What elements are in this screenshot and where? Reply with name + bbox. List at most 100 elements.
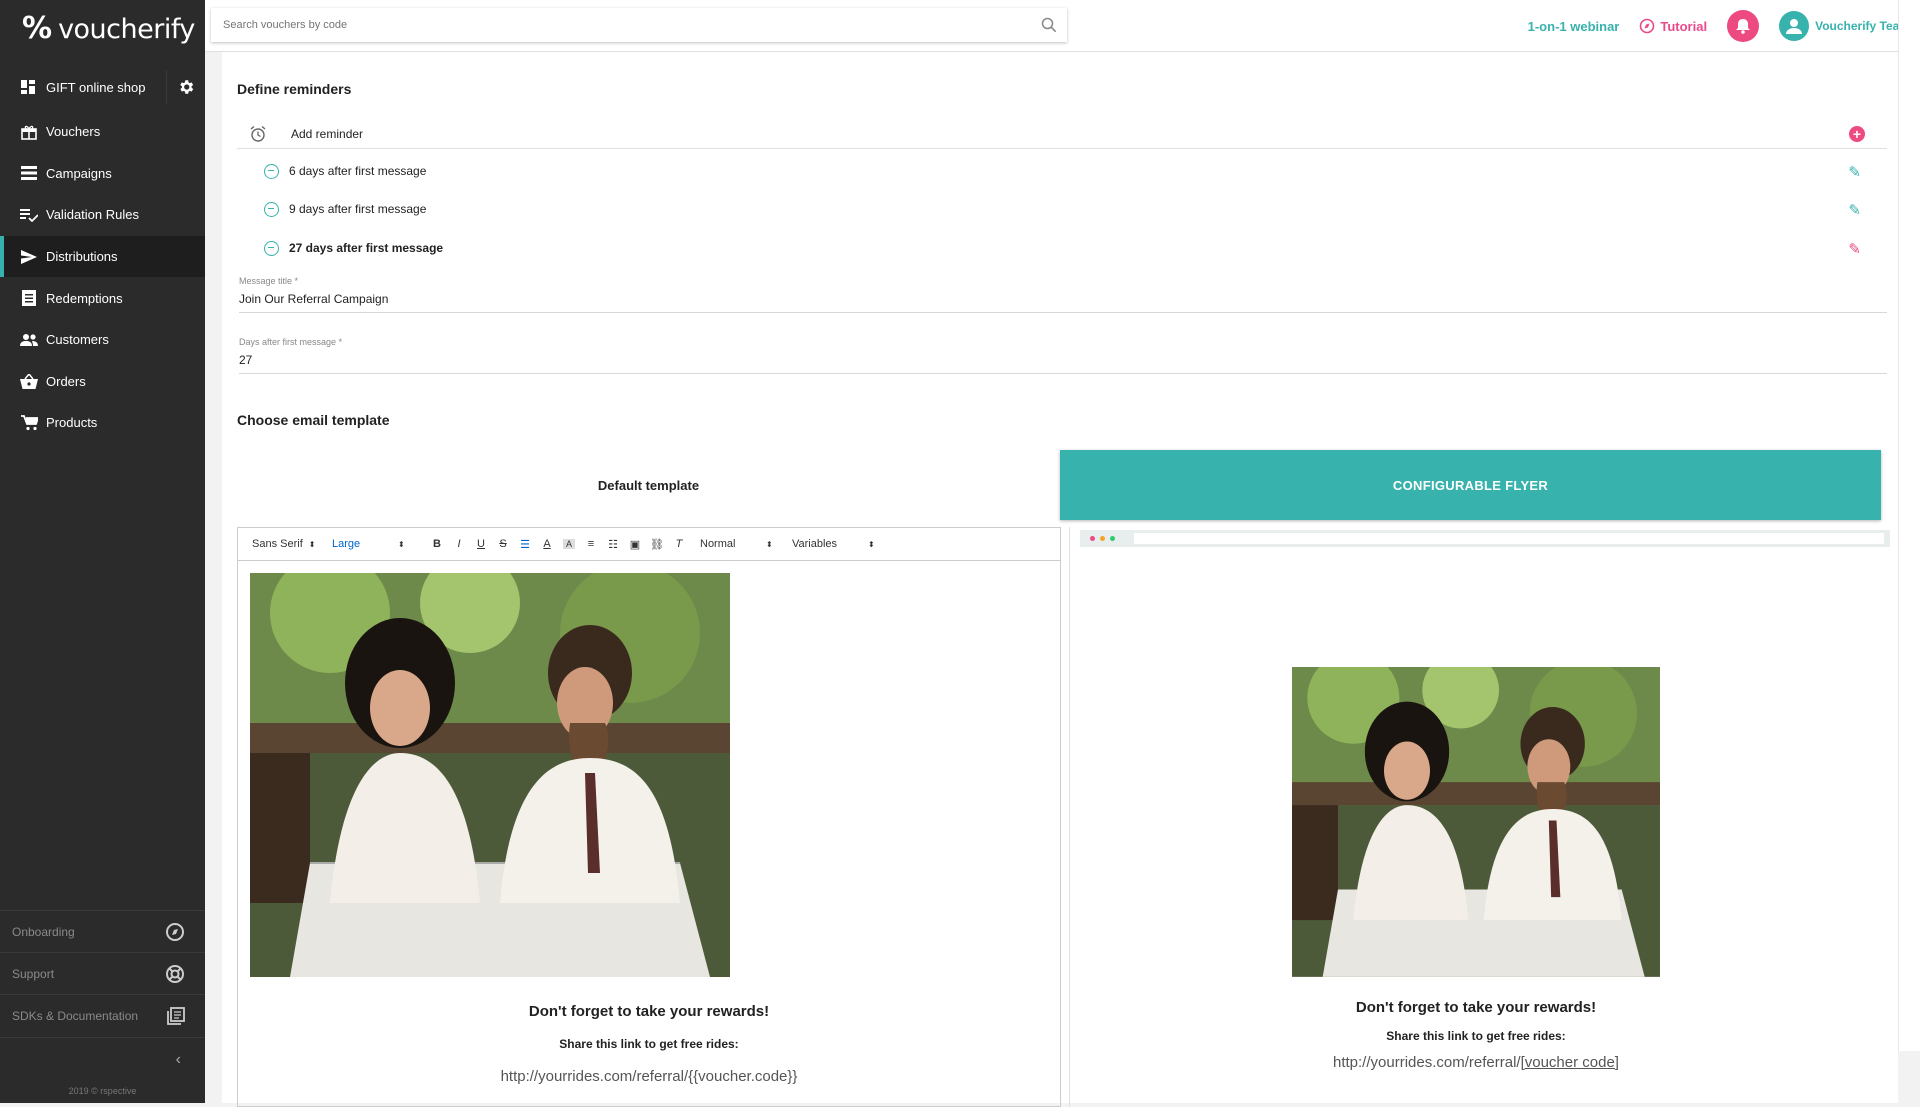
- reminder-item[interactable]: 9 days after first message ✎: [237, 194, 1887, 224]
- sidebar-link-onboarding[interactable]: Onboarding: [0, 910, 205, 952]
- days-after-value[interactable]: 27: [239, 353, 1887, 373]
- sidebar-item-label: Redemptions: [46, 290, 123, 306]
- browser-maximize-dot: [1110, 536, 1115, 541]
- project-selector[interactable]: GIFT online shop: [0, 70, 205, 104]
- edit-reminder-icon[interactable]: ✎: [1848, 240, 1861, 258]
- logo-text: voucherify: [58, 13, 195, 45]
- search-input[interactable]: [223, 19, 1003, 31]
- edit-reminder-icon[interactable]: ✎: [1848, 201, 1861, 219]
- updown-icon: ⬍: [398, 539, 405, 549]
- send-icon: [20, 249, 38, 265]
- sidebar-item-redemptions[interactable]: Redemptions: [0, 277, 205, 319]
- sidebar-item-campaigns[interactable]: Campaigns: [0, 153, 205, 195]
- search-icon[interactable]: [1041, 17, 1057, 33]
- sidebar-item-products[interactable]: Products: [0, 402, 205, 444]
- onboarding-label: Onboarding: [12, 924, 75, 939]
- variables-select[interactable]: Variables ⬍: [792, 538, 882, 550]
- sdks-label: SDKs & Documentation: [12, 1008, 139, 1023]
- underline-button[interactable]: U: [470, 538, 492, 550]
- email-photo[interactable]: [250, 573, 730, 977]
- add-reminder-row[interactable]: Add reminder +: [237, 119, 1887, 149]
- email-headline[interactable]: Don't forget to take your rewards!: [238, 1003, 1060, 1020]
- topbar-actions: 1-on-1 webinar Tutorial Voucherify Team: [1528, 0, 1910, 52]
- font-select[interactable]: Sans Serif ⬍: [252, 538, 332, 550]
- user-menu[interactable]: Voucherify Team: [1779, 11, 1910, 41]
- sidebar-item-label: Vouchers: [46, 124, 101, 140]
- sidebar: % voucherify GIFT online shop Vouchers C…: [0, 0, 205, 1103]
- checklist-icon: [20, 207, 38, 223]
- reminder-label: 6 days after first message: [289, 164, 427, 178]
- template-tabs: Default template CONFIGURABLE FLYER: [237, 450, 1881, 520]
- bullet-list-icon[interactable]: ☷: [602, 538, 624, 551]
- tutorial-link[interactable]: Tutorial: [1639, 18, 1707, 34]
- flyer-link: http://yourrides.com/referral/[voucher c…: [1242, 1054, 1710, 1071]
- tab-configurable-flyer[interactable]: CONFIGURABLE FLYER: [1060, 450, 1881, 520]
- updown-icon: ⬍: [766, 539, 773, 549]
- italic-button[interactable]: I: [448, 538, 470, 550]
- heading-select[interactable]: Normal ⬍: [700, 538, 792, 550]
- edit-reminder-icon[interactable]: ✎: [1848, 163, 1861, 181]
- notifications-button[interactable]: [1727, 10, 1760, 42]
- font-value: Sans Serif: [252, 538, 303, 550]
- image-icon[interactable]: ▣: [624, 538, 646, 551]
- flyer-link-prefix: http://yourrides.com/referral/: [1333, 1054, 1521, 1071]
- bold-button[interactable]: B: [426, 538, 448, 550]
- editor-toolbar: Sans Serif ⬍ Large ⬍ B I U S ☰ A A ≡ ☷ ▣ ⛓…: [238, 528, 1060, 561]
- clear-format-icon[interactable]: T: [668, 538, 690, 550]
- variables-value: Variables: [792, 538, 838, 550]
- gift-icon: [20, 124, 38, 140]
- background-color-icon[interactable]: A: [563, 539, 575, 549]
- sidebar-item-validation-rules[interactable]: Validation Rules: [0, 194, 205, 236]
- sidebar-item-orders[interactable]: Orders: [0, 361, 205, 403]
- email-subline[interactable]: Share this link to get free rides:: [238, 1037, 1060, 1051]
- reminder-item[interactable]: 6 days after first message ✎: [237, 156, 1887, 186]
- sidebar-link-support[interactable]: Support: [0, 952, 205, 994]
- reminder-item-selected[interactable]: 27 days after first message ✎: [237, 233, 1887, 263]
- logo[interactable]: % voucherify: [22, 13, 195, 45]
- main-content: Define reminders Add reminder + 6 days a…: [222, 52, 1898, 1107]
- updown-icon: ⬍: [868, 539, 875, 549]
- message-title-label: Message title *: [239, 276, 299, 286]
- size-select[interactable]: Large ⬍: [332, 538, 426, 550]
- library-icon: [167, 1006, 185, 1025]
- ordered-list-icon[interactable]: ≡: [580, 538, 602, 550]
- add-reminder-button[interactable]: +: [1849, 126, 1865, 142]
- page-scroll-track[interactable]: [1898, 0, 1920, 1051]
- browser-minimize-dot: [1100, 536, 1105, 541]
- basket-icon: [20, 373, 38, 389]
- sidebar-item-vouchers[interactable]: Vouchers: [0, 111, 205, 153]
- remove-reminder-icon[interactable]: [264, 163, 279, 179]
- cart-icon: [20, 415, 38, 431]
- alarm-clock-icon: [250, 125, 266, 142]
- message-title-field[interactable]: Message title * Join Our Referral Campai…: [239, 276, 1887, 313]
- days-after-field[interactable]: Days after first message * 27: [239, 337, 1887, 374]
- browser-close-dot: [1090, 536, 1095, 541]
- copyright: 2019 © rspective: [68, 1086, 137, 1096]
- heading-value: Normal: [700, 538, 736, 550]
- sidebar-item-distributions[interactable]: Distributions: [0, 235, 205, 278]
- sidebar-item-customers[interactable]: Customers: [0, 319, 205, 361]
- message-title-value[interactable]: Join Our Referral Campaign: [239, 292, 1887, 312]
- sidebar-item-label: Validation Rules: [46, 207, 139, 223]
- compass-icon: [166, 922, 184, 941]
- strike-button[interactable]: S: [492, 538, 514, 550]
- email-link[interactable]: http://yourrides.com/referral/{{voucher.…: [238, 1068, 1060, 1085]
- reminder-label: 27 days after first message: [289, 241, 444, 255]
- gear-icon[interactable]: [166, 70, 205, 104]
- receipt-icon: [20, 290, 38, 307]
- lifebuoy-icon: [166, 964, 184, 983]
- webinar-link[interactable]: 1-on-1 webinar: [1528, 19, 1620, 34]
- align-center-icon[interactable]: ☰: [514, 538, 536, 551]
- text-color-icon[interactable]: A: [536, 538, 558, 550]
- browser-address-bar: [1134, 533, 1884, 544]
- email-editor: Sans Serif ⬍ Large ⬍ B I U S ☰ A A ≡ ☷ ▣ ⛓…: [237, 527, 1061, 1107]
- days-after-label: Days after first message *: [239, 337, 343, 347]
- remove-reminder-icon[interactable]: [264, 201, 279, 217]
- support-label: Support: [12, 966, 55, 981]
- flyer-photo: [1292, 667, 1660, 977]
- remove-reminder-icon[interactable]: [264, 240, 279, 256]
- tab-default-template[interactable]: Default template: [237, 450, 1060, 520]
- link-icon[interactable]: ⛓: [646, 538, 668, 551]
- sidebar-link-sdks-docs[interactable]: SDKs & Documentation: [0, 994, 205, 1036]
- collapse-sidebar-button[interactable]: ‹: [0, 1037, 205, 1081]
